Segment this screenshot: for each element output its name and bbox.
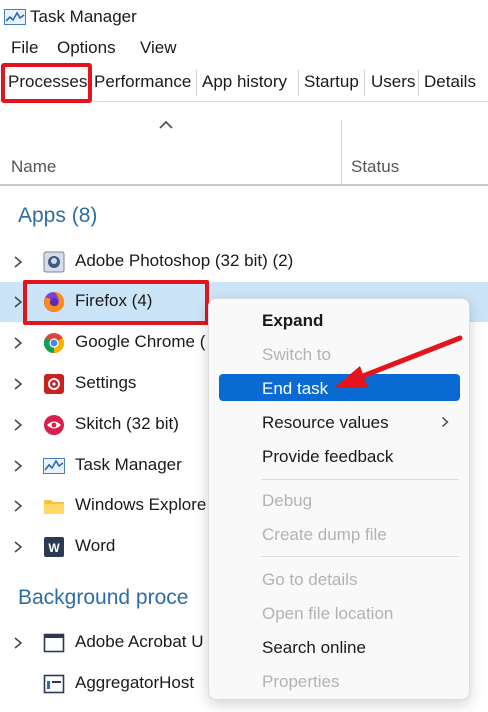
menu-item-switch-to: Switch to (262, 345, 331, 364)
word-icon: W (44, 537, 64, 557)
menu-view[interactable]: View (140, 38, 177, 58)
title-bar: Task Manager (0, 0, 488, 34)
process-name: Task Manager (75, 455, 182, 474)
header-divider (0, 184, 488, 186)
process-name: AggregatorHost (75, 673, 195, 692)
tab-divider (418, 70, 419, 96)
red-arrow-annotation (334, 335, 463, 388)
menu-separator (261, 479, 459, 480)
firefox-row-highlight (23, 280, 209, 325)
menu-item-debug: Debug (262, 491, 313, 510)
tab-divider (364, 70, 365, 96)
chevron-right-icon[interactable] (13, 418, 23, 432)
photoshop-icon (43, 251, 65, 273)
folder-icon (44, 500, 64, 514)
sort-ascending-icon[interactable] (158, 120, 174, 130)
tab-divider (196, 70, 197, 96)
chevron-right-icon (442, 416, 449, 428)
menu-item-expand[interactable]: Expand (262, 311, 323, 331)
skitch-icon (44, 415, 64, 435)
group-title-apps: Apps (8) (18, 204, 98, 227)
tab-divider (298, 70, 299, 96)
task-manager-icon (43, 458, 65, 474)
menu-item-provide-feedback[interactable]: Provide feedback (262, 447, 393, 467)
process-name: Adobe Acrobat U (75, 632, 204, 651)
menu-separator (261, 556, 459, 557)
menu-item-resource-values[interactable]: Resource values (262, 413, 389, 433)
process-name: Adobe Photoshop (32 bit) (2) (75, 251, 294, 270)
tab-performance[interactable]: Performance (94, 72, 191, 92)
menu-options[interactable]: Options (57, 38, 116, 58)
group-title-background: Background proce (18, 586, 189, 609)
chevron-right-icon[interactable] (13, 255, 23, 269)
chevron-right-icon[interactable] (13, 459, 23, 473)
menu-item-create-dump-file: Create dump file (262, 525, 387, 544)
tab-startup[interactable]: Startup (304, 72, 359, 92)
menu-item-open-file-location: Open file location (262, 604, 394, 623)
window-icon (43, 633, 65, 653)
chevron-right-icon[interactable] (13, 499, 23, 513)
chevron-right-icon[interactable] (13, 636, 23, 650)
column-header-status[interactable]: Status (351, 157, 399, 177)
svg-text:W: W (48, 541, 60, 555)
processes-tab-highlight (1, 63, 92, 103)
column-divider[interactable] (341, 120, 342, 184)
chrome-icon (43, 333, 65, 354)
column-header-name[interactable]: Name (11, 157, 56, 177)
menu-item-search-online[interactable]: Search online (262, 638, 366, 658)
chevron-right-icon[interactable] (13, 295, 23, 309)
menu-item-properties: Properties (262, 672, 340, 691)
tab-users[interactable]: Users (371, 72, 415, 92)
app-window-icon (43, 674, 65, 694)
menu-file[interactable]: File (11, 38, 38, 58)
menu-item-go-to-details: Go to details (262, 570, 358, 589)
process-row[interactable]: Adobe Photoshop (32 bit) (2) (0, 242, 488, 282)
process-name: Skitch (32 bit) (75, 414, 179, 433)
task-manager-icon (4, 9, 26, 25)
process-name: Google Chrome ( (75, 332, 206, 351)
chevron-right-icon[interactable] (13, 336, 23, 350)
tab-details[interactable]: Details (424, 72, 476, 92)
chevron-right-icon[interactable] (13, 540, 23, 554)
settings-icon (44, 374, 64, 394)
chevron-right-icon[interactable] (13, 377, 23, 391)
menu-item-end-task[interactable]: End task (262, 379, 328, 399)
process-name: Word (75, 536, 116, 555)
window-title: Task Manager (30, 7, 137, 26)
menu-bar: File Options View (0, 36, 488, 62)
process-name: Settings (75, 373, 137, 392)
tab-app-history[interactable]: App history (202, 72, 287, 92)
process-name: Windows Explore (75, 495, 207, 514)
